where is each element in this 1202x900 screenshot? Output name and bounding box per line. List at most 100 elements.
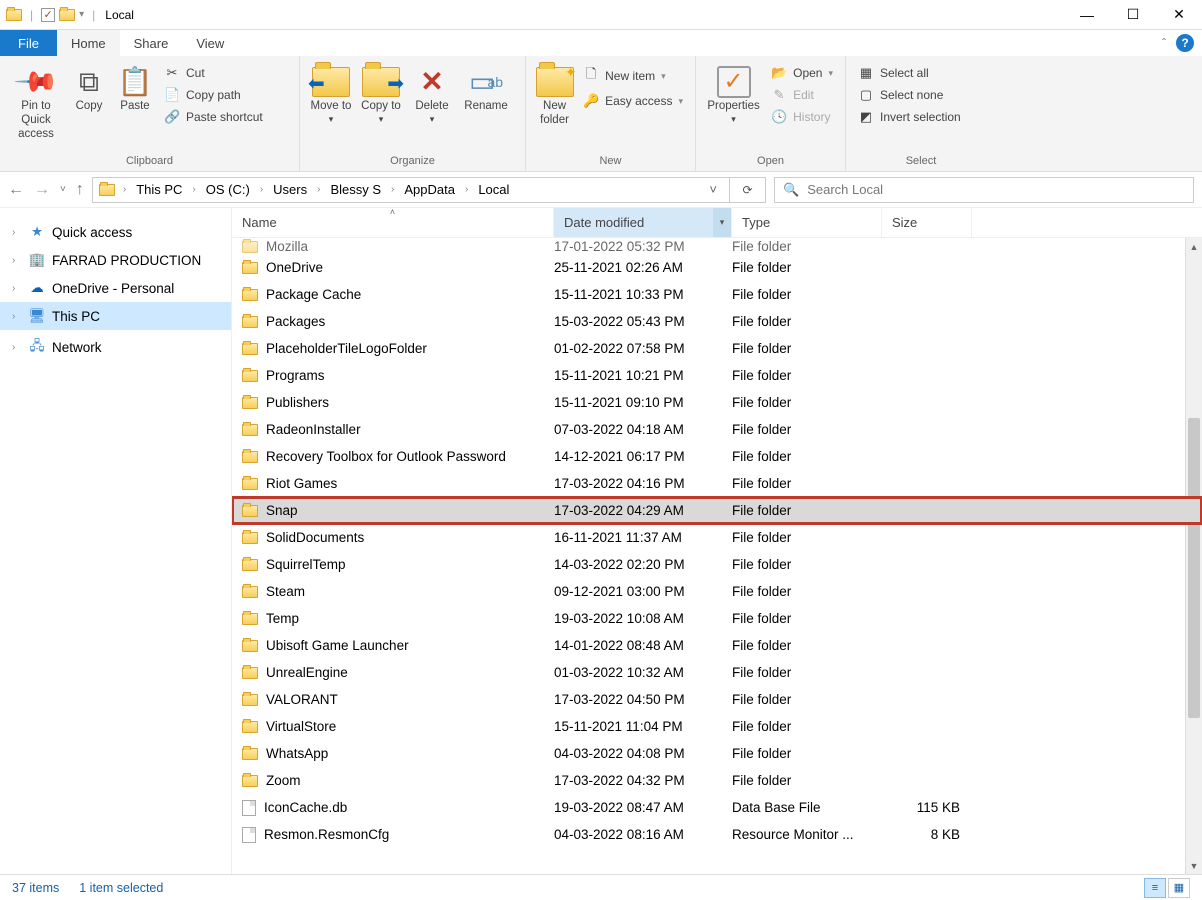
table-row[interactable]: OneDrive 25-11-2021 02:26 AM File folder xyxy=(232,254,1202,281)
chevron-icon[interactable]: › xyxy=(461,184,472,195)
chevron-icon[interactable]: › xyxy=(12,227,22,238)
table-row[interactable]: Riot Games 17-03-2022 04:16 PM File fold… xyxy=(232,470,1202,497)
scrollbar-thumb[interactable] xyxy=(1188,418,1200,718)
delete-button[interactable]: ✕ Delete▾ xyxy=(406,60,458,129)
table-row[interactable]: Package Cache 15-11-2021 10:33 PM File f… xyxy=(232,281,1202,308)
tab-share[interactable]: Share xyxy=(120,30,183,56)
table-row[interactable]: Temp 19-03-2022 10:08 AM File folder xyxy=(232,605,1202,632)
tab-file[interactable]: File xyxy=(0,30,57,56)
refresh-button[interactable]: ⟳ xyxy=(730,177,766,203)
table-row[interactable]: Packages 15-03-2022 05:43 PM File folder xyxy=(232,308,1202,335)
column-header-type[interactable]: Type xyxy=(732,208,882,237)
table-row[interactable]: Snap 17-03-2022 04:29 AM File folder xyxy=(232,497,1202,524)
chevron-icon[interactable]: › xyxy=(387,184,398,195)
folder-icon xyxy=(242,316,258,328)
table-row[interactable]: IconCache.db 19-03-2022 08:47 AM Data Ba… xyxy=(232,794,1202,821)
paste-shortcut-button[interactable]: 🔗Paste shortcut xyxy=(164,108,263,126)
scroll-down-icon[interactable]: ▼ xyxy=(1186,857,1202,874)
table-row[interactable]: RadeonInstaller 07-03-2022 04:18 AM File… xyxy=(232,416,1202,443)
sidebar-item[interactable]: › 🖧 Network xyxy=(0,330,231,365)
table-row[interactable]: UnrealEngine 01-03-2022 10:32 AM File fo… xyxy=(232,659,1202,686)
column-dropdown-icon[interactable]: ▾ xyxy=(713,208,731,237)
chevron-icon[interactable]: › xyxy=(119,184,130,195)
vertical-scrollbar[interactable]: ▲ ▼ xyxy=(1185,238,1202,874)
table-row[interactable]: VirtualStore 15-11-2021 11:04 PM File fo… xyxy=(232,713,1202,740)
up-button[interactable]: ↑ xyxy=(76,181,84,199)
breadcrumb-item[interactable]: This PC xyxy=(134,182,184,197)
breadcrumb-item[interactable]: Blessy S xyxy=(328,182,383,197)
address-dropdown-icon[interactable]: ˅ xyxy=(703,182,723,197)
move-to-button[interactable]: ⬅ Move to▾ xyxy=(306,60,356,129)
pin-to-quick-access-button[interactable]: 📌 Pin to Quick access xyxy=(6,60,66,145)
qat-dropdown-icon[interactable]: ▾ xyxy=(79,9,84,20)
table-row[interactable]: Ubisoft Game Launcher 14-01-2022 08:48 A… xyxy=(232,632,1202,659)
maximize-button[interactable]: ☐ xyxy=(1110,0,1156,30)
chevron-icon[interactable]: › xyxy=(12,255,22,266)
scroll-up-icon[interactable]: ▲ xyxy=(1186,238,1202,255)
search-box[interactable]: 🔍 Search Local xyxy=(774,177,1194,203)
table-row[interactable]: Steam 09-12-2021 03:00 PM File folder xyxy=(232,578,1202,605)
rename-button[interactable]: ▭ab Rename xyxy=(458,60,514,118)
back-button[interactable]: ← xyxy=(8,181,24,199)
tab-home[interactable]: Home xyxy=(57,30,120,56)
copy-button[interactable]: ⧉ Copy xyxy=(66,60,112,118)
breadcrumb-item[interactable]: Local xyxy=(476,182,511,197)
select-none-button[interactable]: ▢Select none xyxy=(858,86,961,104)
table-row[interactable]: Zoom 17-03-2022 04:32 PM File folder xyxy=(232,767,1202,794)
sidebar-icon: ☁ xyxy=(28,280,46,296)
sidebar-item[interactable]: › 🖥 This PC xyxy=(0,302,231,330)
breadcrumb-item[interactable]: AppData xyxy=(402,182,457,197)
new-folder-button[interactable]: ✦ New folder xyxy=(532,60,577,132)
file-name: IconCache.db xyxy=(264,800,347,815)
sidebar-item[interactable]: › ★ Quick access xyxy=(0,218,231,246)
minimize-button[interactable]: — xyxy=(1064,0,1110,30)
table-row[interactable]: Programs 15-11-2021 10:21 PM File folder xyxy=(232,362,1202,389)
chevron-icon[interactable]: › xyxy=(12,311,22,322)
address-bar[interactable]: › This PC › OS (C:) › Users › Blessy S ›… xyxy=(92,177,730,203)
close-button[interactable]: ✕ xyxy=(1156,0,1202,30)
table-row[interactable]: Resmon.ResmonCfg 04-03-2022 08:16 AM Res… xyxy=(232,821,1202,848)
breadcrumb-item[interactable]: OS (C:) xyxy=(204,182,252,197)
properties-button[interactable]: ✓ Properties▾ xyxy=(702,60,765,129)
chevron-icon[interactable]: › xyxy=(12,342,22,353)
details-view-button[interactable]: ≡ xyxy=(1144,878,1166,898)
recent-locations-button[interactable]: ˅ xyxy=(60,184,66,195)
copy-to-button[interactable]: ➡ Copy to▾ xyxy=(356,60,406,129)
sidebar-item[interactable]: › ☁ OneDrive - Personal xyxy=(0,274,231,302)
select-all-button[interactable]: ▦Select all xyxy=(858,64,961,82)
cut-button[interactable]: ✂Cut xyxy=(164,64,263,82)
table-row[interactable]: Recovery Toolbox for Outlook Password 14… xyxy=(232,443,1202,470)
chevron-icon[interactable]: › xyxy=(313,184,324,195)
tab-view[interactable]: View xyxy=(182,30,238,56)
open-button[interactable]: 📂Open ▾ xyxy=(771,64,833,82)
column-header-date[interactable]: Date modified ▾ xyxy=(554,208,732,237)
table-row[interactable]: WhatsApp 04-03-2022 04:08 PM File folder xyxy=(232,740,1202,767)
paste-button[interactable]: 📋 Paste xyxy=(112,60,158,118)
table-row[interactable]: Mozilla17-01-2022 05:32 PMFile folder xyxy=(232,238,1202,254)
chevron-icon[interactable]: › xyxy=(188,184,199,195)
table-row[interactable]: PlaceholderTileLogoFolder 01-02-2022 07:… xyxy=(232,335,1202,362)
chevron-icon[interactable]: › xyxy=(256,184,267,195)
file-list: Mozilla17-01-2022 05:32 PMFile folder On… xyxy=(232,238,1202,874)
column-header-size[interactable]: Size xyxy=(882,208,972,237)
table-row[interactable]: SolidDocuments 16-11-2021 11:37 AM File … xyxy=(232,524,1202,551)
forward-button: → xyxy=(34,181,50,199)
icons-view-button[interactable]: ▦ xyxy=(1168,878,1190,898)
chevron-icon[interactable]: › xyxy=(12,283,22,294)
file-date: 14-01-2022 08:48 AM xyxy=(554,638,732,653)
new-item-button[interactable]: 🗋New item ▾ xyxy=(583,64,683,88)
table-row[interactable]: VALORANT 17-03-2022 04:50 PM File folder xyxy=(232,686,1202,713)
table-row[interactable]: Publishers 15-11-2021 09:10 PM File fold… xyxy=(232,389,1202,416)
help-icon[interactable]: ? xyxy=(1176,34,1194,52)
qat-open-icon[interactable] xyxy=(59,9,75,21)
breadcrumb-item[interactable]: Users xyxy=(271,182,309,197)
qat-properties-icon[interactable]: ✓ xyxy=(41,8,55,22)
file-type: File folder xyxy=(732,746,882,761)
easy-access-button[interactable]: 🔑Easy access ▾ xyxy=(583,92,683,110)
sidebar-item[interactable]: › 🏢 FARRAD PRODUCTION xyxy=(0,246,231,274)
collapse-ribbon-icon[interactable]: ˆ xyxy=(1162,36,1166,50)
column-header-name[interactable]: Name ˄ xyxy=(232,208,554,237)
copy-path-button[interactable]: 📄Copy path xyxy=(164,86,263,104)
table-row[interactable]: SquirrelTemp 14-03-2022 02:20 PM File fo… xyxy=(232,551,1202,578)
invert-selection-button[interactable]: ◩Invert selection xyxy=(858,108,961,126)
